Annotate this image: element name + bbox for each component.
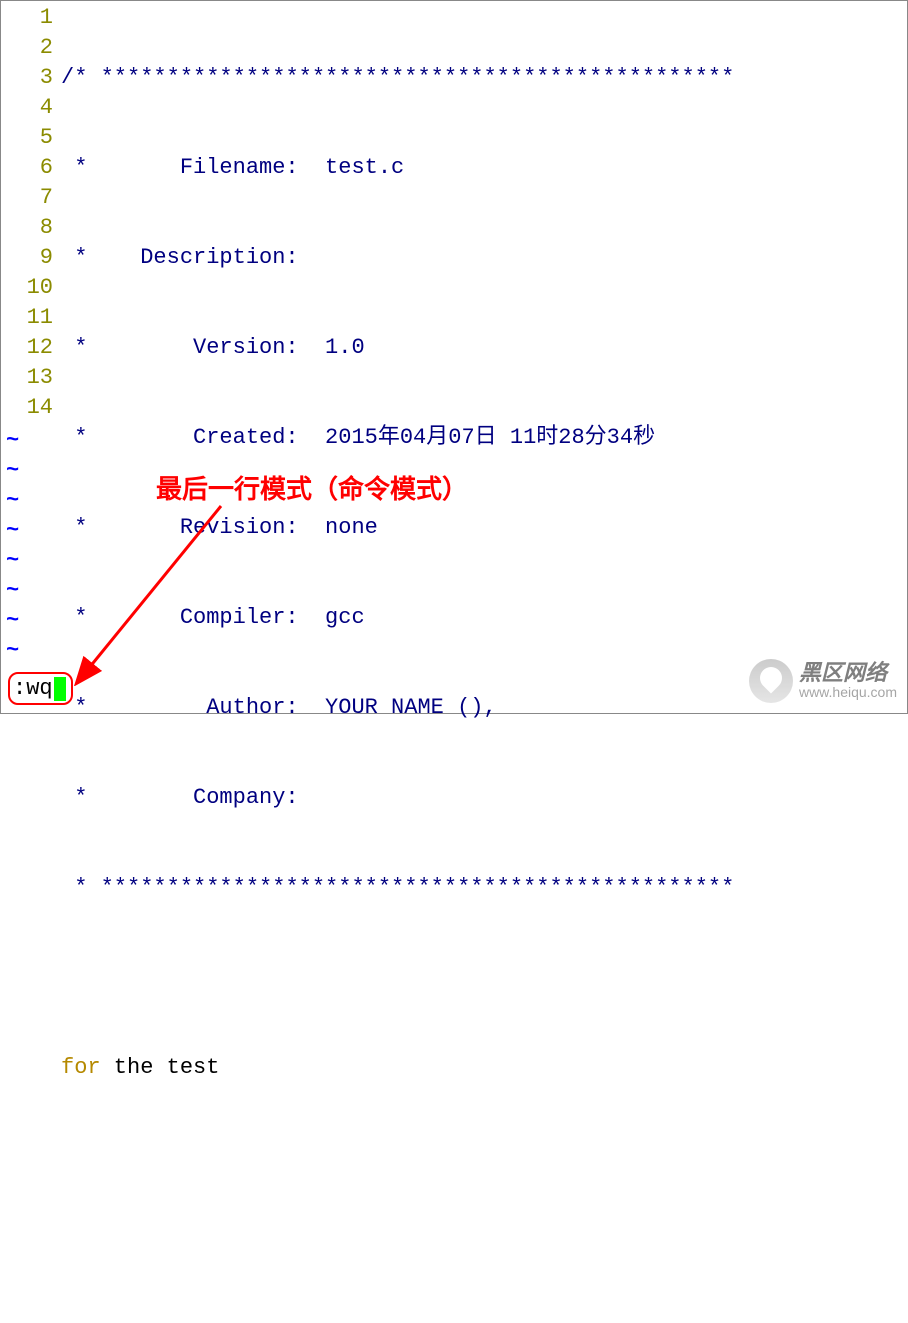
empty-line-tildes: ~ ~ ~ ~ ~ ~ ~ ~ bbox=[6, 426, 19, 666]
line-number: 8 bbox=[1, 213, 53, 243]
tilde: ~ bbox=[6, 576, 19, 606]
line-number: 5 bbox=[1, 123, 53, 153]
vim-editor[interactable]: 1 2 3 4 5 6 7 8 9 10 11 12 13 14 /* ****… bbox=[1, 1, 907, 713]
code-line bbox=[61, 1233, 907, 1263]
tilde: ~ bbox=[6, 516, 19, 546]
annotation-label: 最后一行模式（命令模式） bbox=[156, 469, 468, 506]
code-line bbox=[61, 1143, 907, 1173]
code-line: * Version: 1.0 bbox=[61, 333, 907, 363]
code-line: * **************************************… bbox=[61, 873, 907, 903]
line-number: 13 bbox=[1, 363, 53, 393]
line-number: 12 bbox=[1, 333, 53, 363]
code-line: * Created: 2015年04月07日 11时28分34秒 bbox=[61, 423, 907, 453]
line-number: 7 bbox=[1, 183, 53, 213]
code-line: * Filename: test.c bbox=[61, 153, 907, 183]
tilde: ~ bbox=[6, 426, 19, 456]
tilde: ~ bbox=[6, 456, 19, 486]
code-line: * Compiler: gcc bbox=[61, 603, 907, 633]
code-content[interactable]: /* *************************************… bbox=[61, 1, 907, 713]
keyword: for bbox=[61, 1055, 101, 1080]
line-number: 4 bbox=[1, 93, 53, 123]
code-line: * Company: bbox=[61, 783, 907, 813]
watermark-logo-icon bbox=[749, 659, 793, 703]
watermark-title: 黑区网络 bbox=[799, 661, 897, 685]
code-line: /* *************************************… bbox=[61, 63, 907, 93]
line-number: 3 bbox=[1, 63, 53, 93]
code-line: * Revision: none bbox=[61, 513, 907, 543]
tilde: ~ bbox=[6, 636, 19, 666]
code-line: * Description: bbox=[61, 243, 907, 273]
tilde: ~ bbox=[6, 606, 19, 636]
command-text: :wq bbox=[13, 676, 53, 701]
line-number: 14 bbox=[1, 393, 53, 423]
line-number: 6 bbox=[1, 153, 53, 183]
code-line bbox=[61, 963, 907, 993]
tilde: ~ bbox=[6, 486, 19, 516]
cursor-icon bbox=[54, 677, 66, 701]
line-number: 10 bbox=[1, 273, 53, 303]
watermark-url: www.heiqu.com bbox=[799, 685, 897, 700]
tilde: ~ bbox=[6, 546, 19, 576]
code-line: for the test bbox=[61, 1053, 907, 1083]
line-number: 11 bbox=[1, 303, 53, 333]
vim-command-line[interactable]: :wq bbox=[8, 672, 73, 705]
line-number: 1 bbox=[1, 3, 53, 33]
line-number: 2 bbox=[1, 33, 53, 63]
line-number: 9 bbox=[1, 243, 53, 273]
watermark: 黑区网络 www.heiqu.com bbox=[749, 659, 897, 703]
